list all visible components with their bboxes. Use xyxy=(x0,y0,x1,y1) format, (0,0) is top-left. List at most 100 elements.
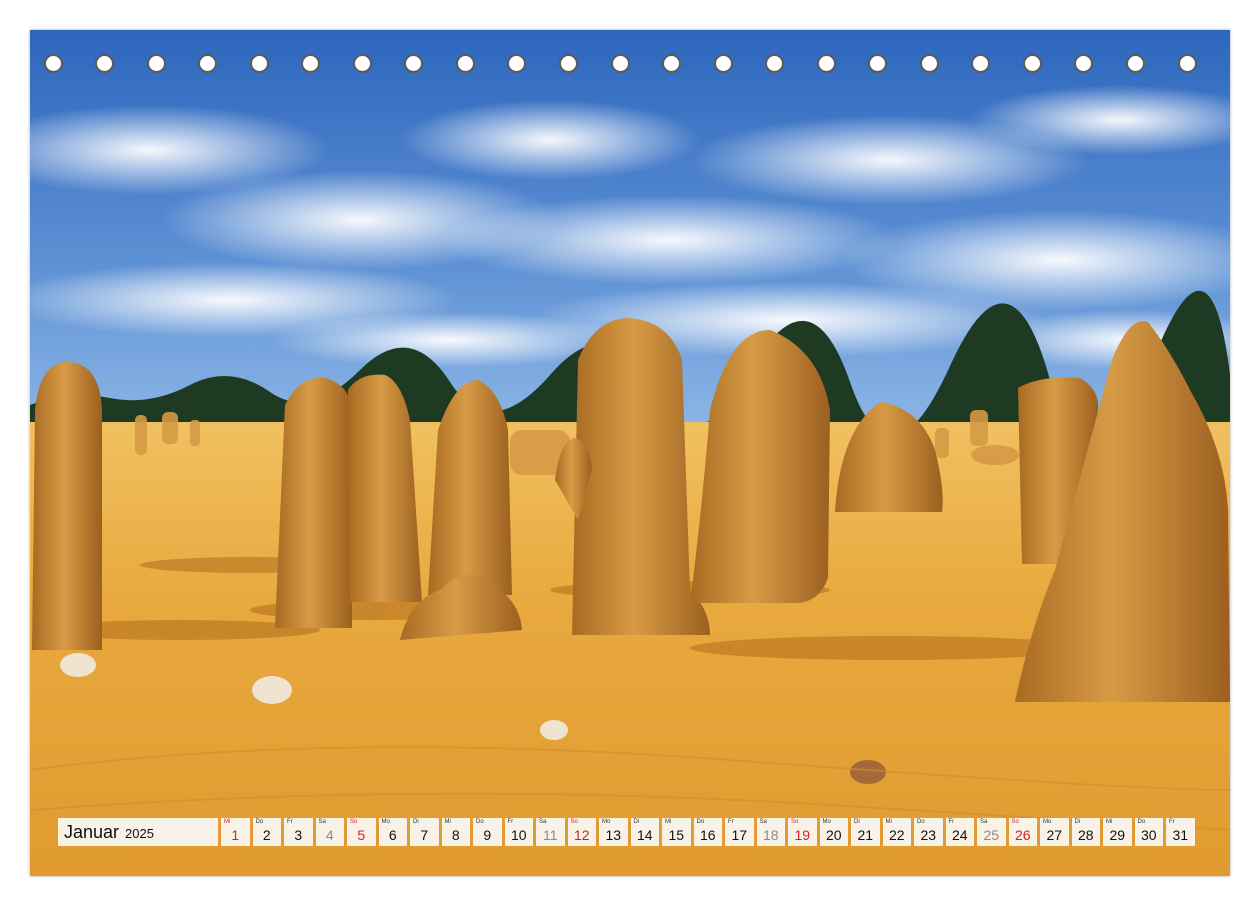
day-cell: Do 16 xyxy=(693,818,722,846)
binding-hole xyxy=(301,54,321,73)
binding-hole xyxy=(971,54,991,73)
day-number: 6 xyxy=(388,827,397,843)
day-cell: Sa 18 xyxy=(756,818,785,846)
day-number: 26 xyxy=(1014,827,1031,843)
binding-hole xyxy=(507,54,527,73)
binding-holes xyxy=(30,30,1230,90)
binding-hole xyxy=(610,54,630,73)
weekday-label: Mi xyxy=(1106,819,1113,825)
weekday-label: So xyxy=(1011,819,1019,825)
day-cell: Fr 31 xyxy=(1166,818,1195,846)
day-number: 25 xyxy=(983,827,1000,843)
day-cell: Mi 22 xyxy=(882,818,911,846)
weekday-label: Mo xyxy=(602,819,611,825)
binding-hole xyxy=(816,54,836,73)
day-number: 15 xyxy=(668,827,685,843)
month-name: Januar xyxy=(64,821,120,842)
weekday-label: Fr xyxy=(948,819,955,825)
day-number: 11 xyxy=(542,827,558,843)
weekday-label: Do xyxy=(917,819,925,825)
binding-hole xyxy=(765,54,785,73)
binding-hole xyxy=(919,54,939,73)
day-number: 23 xyxy=(920,827,937,843)
day-number: 10 xyxy=(510,827,527,843)
day-number: 20 xyxy=(825,827,842,843)
day-cell: Do 2 xyxy=(252,818,281,846)
day-number: 22 xyxy=(888,827,905,843)
binding-hole xyxy=(1074,54,1094,73)
day-cell: Mi 15 xyxy=(662,818,691,846)
weekday-label: Fr xyxy=(287,819,293,825)
day-number: 2 xyxy=(262,827,271,843)
day-cell: Mo 13 xyxy=(599,818,628,846)
weekday-label: Do xyxy=(476,819,484,825)
day-number: 4 xyxy=(325,827,334,843)
binding-hole xyxy=(713,54,733,73)
day-cell: Fr 17 xyxy=(725,818,754,846)
day-cell: Mo 20 xyxy=(819,818,848,846)
weekday-label: Sa xyxy=(318,819,326,825)
day-number: 3 xyxy=(294,827,303,843)
weekday-label: Mi xyxy=(224,819,231,825)
weekday-label: Sa xyxy=(539,819,547,825)
binding-hole xyxy=(43,54,63,73)
day-cell: Sa 4 xyxy=(315,818,344,846)
day-number: 24 xyxy=(951,827,968,843)
day-cell: Fr 3 xyxy=(284,818,313,846)
day-cell: So 26 xyxy=(1008,818,1037,846)
day-cell: Fr 10 xyxy=(504,818,533,846)
day-number: 30 xyxy=(1140,827,1157,843)
day-cell: Do 9 xyxy=(473,818,502,846)
day-number: 16 xyxy=(699,827,716,843)
day-cell: Mi 1 xyxy=(221,818,250,846)
weekday-label: Di xyxy=(413,819,419,825)
day-cell: Sa 11 xyxy=(536,818,565,846)
weekday-label: Mi xyxy=(444,819,451,825)
day-cell: Mi 8 xyxy=(441,818,470,846)
year: 2025 xyxy=(125,826,154,841)
pinnacles-desert-photo xyxy=(30,30,1230,876)
weekday-label: So xyxy=(350,819,358,825)
day-cell: Di 14 xyxy=(630,818,659,846)
weekday-label: Fr xyxy=(1169,819,1175,825)
day-number: 8 xyxy=(451,827,460,843)
day-number: 13 xyxy=(605,827,622,843)
day-cell: Do 23 xyxy=(914,818,943,846)
day-cell: Di 7 xyxy=(410,818,439,846)
day-cell: So 5 xyxy=(347,818,376,846)
day-number: 29 xyxy=(1109,827,1126,843)
weekday-label: Di xyxy=(1074,819,1081,825)
day-cell: So 19 xyxy=(788,818,817,846)
weekday-label: Fr xyxy=(507,819,514,825)
weekday-label: Mo xyxy=(822,819,831,825)
month-label: Januar 2025 xyxy=(58,818,218,846)
calendar-page: Januar 2025 Mi 1 Do 2 Fr 3 Sa 4 So 5 Mo 6 Di 7 Mi 8 Do 9 F… xyxy=(30,30,1230,876)
day-number: 17 xyxy=(731,827,748,843)
day-cells: Mi 1 Do 2 Fr 3 Sa 4 So 5 Mo 6 Di 7 Mi 8 Do 9 Fr 10 Sa 11 So 12 M… xyxy=(221,818,1198,846)
day-cell: Fr 24 xyxy=(945,818,974,846)
weekday-label: Fr xyxy=(728,819,734,825)
day-cell: Mo 27 xyxy=(1040,818,1069,846)
weekday-label: Di xyxy=(633,819,640,825)
weekday-label: Do xyxy=(696,819,705,825)
weekday-label: So xyxy=(791,819,799,825)
weekday-label: Do xyxy=(255,819,264,825)
binding-hole xyxy=(95,54,115,73)
binding-hole xyxy=(249,54,269,73)
weekday-label: Do xyxy=(1137,819,1146,825)
day-cell: Mo 6 xyxy=(378,818,407,846)
binding-hole xyxy=(1177,54,1197,73)
weekday-label: Mi xyxy=(665,819,672,825)
day-number: 27 xyxy=(1046,827,1063,843)
day-cell: Di 21 xyxy=(851,818,880,846)
day-number: 14 xyxy=(636,827,653,843)
binding-hole xyxy=(662,54,682,73)
weekday-label: So xyxy=(570,819,578,825)
weekday-label: Sa xyxy=(759,819,767,825)
calendar-strip: Januar 2025 Mi 1 Do 2 Fr 3 Sa 4 So 5 Mo 6 Di 7 Mi 8 Do 9 F… xyxy=(58,818,1198,846)
day-number: 9 xyxy=(483,827,492,843)
day-number: 21 xyxy=(857,827,874,843)
binding-hole xyxy=(352,54,372,73)
day-cell: Sa 25 xyxy=(977,818,1006,846)
binding-hole xyxy=(404,54,424,73)
